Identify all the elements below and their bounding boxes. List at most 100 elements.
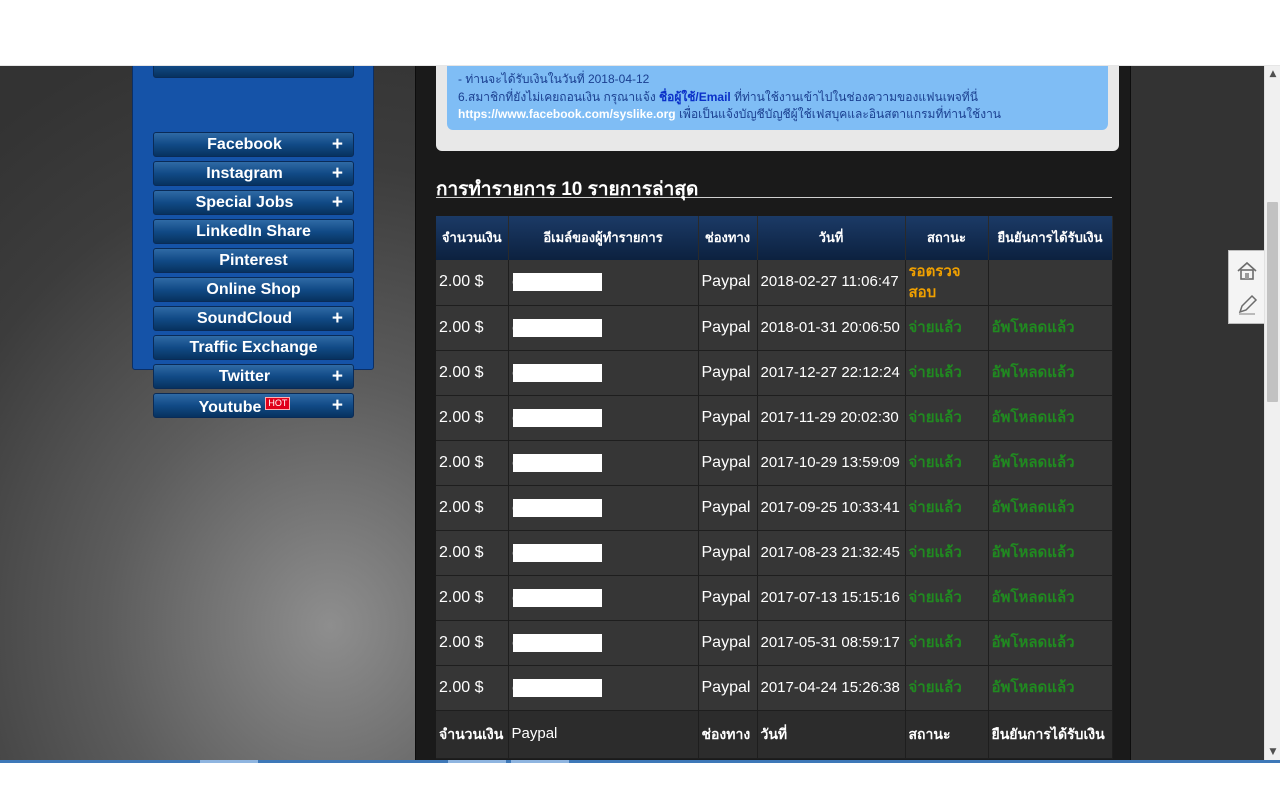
sidebar-item-instagram[interactable]: Instagram +	[153, 161, 354, 186]
email-cell: @gmail.com	[508, 395, 699, 441]
sidebar-item-online-shop[interactable]: Online Shop	[153, 277, 354, 302]
table-row: 2.00 $@gmail.comPaypal2017-07-13 15:15:1…	[436, 575, 1113, 621]
home-icon[interactable]	[1235, 259, 1259, 283]
notice-panel: - ท่านจะได้รับเงินในวันที่ 2018-04-12 6.…	[447, 66, 1108, 130]
redacted-block	[512, 633, 602, 652]
amount-cell: 2.00 $	[436, 260, 509, 306]
email-cell: @gmail.com	[508, 350, 699, 396]
table-row: 2.00 $@gmail.comPaypal2017-08-23 21:32:4…	[436, 530, 1113, 576]
footer-cell: ช่องทาง	[698, 710, 758, 759]
page-viewport: Facebook + Instagram + Special Jobs + LinkedIn…	[0, 66, 1264, 760]
email-cell: @gmail.com	[508, 485, 699, 531]
sidebar-item-traffic-exchange[interactable]: Traffic Exchange	[153, 335, 354, 360]
table-row: 2.00 $@gmail.comPaypal2017-04-24 15:26:3…	[436, 665, 1113, 711]
confirm-cell: อัพโหลดแล้ว	[988, 575, 1113, 621]
sidebar-item-soundcloud[interactable]: SoundCloud +	[153, 306, 354, 331]
browser-top-area	[0, 0, 1280, 66]
channel-cell: Paypal	[698, 620, 758, 666]
sidebar-item-label: Twitter	[218, 368, 271, 385]
sidebar-item-label: Pinterest	[219, 252, 288, 269]
status-cell: จ่ายแล้ว	[905, 305, 989, 351]
status-cell: จ่ายแล้ว	[905, 440, 989, 486]
sidebar-item-pinterest[interactable]: Pinterest	[153, 248, 354, 273]
status-cell: จ่ายแล้ว	[905, 665, 989, 711]
status-cell: จ่ายแล้ว	[905, 575, 989, 621]
main-content: - ท่านจะได้รับเงินในวันที่ 2018-04-12 6.…	[415, 66, 1131, 760]
sidebar-item-label: Facebook	[207, 136, 282, 153]
notice-line-1: - ท่านจะได้รับเงินในวันที่ 2018-04-12	[458, 72, 650, 86]
date-cell: 2017-10-29 13:59:09	[757, 440, 906, 486]
amount-cell: 2.00 $	[436, 575, 509, 621]
sidebar-menu: Facebook + Instagram + Special Jobs + LinkedIn…	[132, 66, 374, 418]
pencil-icon[interactable]	[1235, 293, 1259, 317]
column-header: อีเมล์ของผู้ทำรายการ	[508, 216, 699, 260]
sidebar-item-twitter[interactable]: Twitter +	[153, 364, 354, 389]
scroll-thumb[interactable]	[1267, 202, 1278, 402]
table-footer-row: จำนวนเงิน Paypal ช่องทาง วันที่ สถานะ ยืนยันก…	[436, 710, 1113, 759]
plus-icon[interactable]: +	[332, 163, 343, 185]
taskbar-area	[0, 760, 1280, 800]
confirm-cell: อัพโหลดแล้ว	[988, 440, 1113, 486]
footer-cell: วันที่	[757, 710, 906, 759]
sidebar-item-label: Traffic Exchange	[189, 339, 318, 356]
amount-cell: 2.00 $	[436, 620, 509, 666]
facebook-link[interactable]: https://www.facebook.com/syslike.org	[458, 107, 676, 121]
sidebar-item-special-jobs[interactable]: Special Jobs +	[153, 190, 354, 215]
redacted-block	[512, 453, 602, 472]
amount-cell: 2.00 $	[436, 350, 509, 396]
date-cell: 2017-05-31 08:59:17	[757, 620, 906, 666]
sidebar-item-label: Online Shop	[206, 281, 301, 298]
channel-cell: Paypal	[698, 440, 758, 486]
date-cell: 2017-08-23 21:32:45	[757, 530, 906, 576]
amount-cell: 2.00 $	[436, 395, 509, 441]
amount-cell: 2.00 $	[436, 530, 509, 576]
channel-cell: Paypal	[698, 665, 758, 711]
page-scrollbar[interactable]: ▲ ▼	[1264, 66, 1280, 760]
confirm-cell: อัพโหลดแล้ว	[988, 350, 1113, 396]
redacted-block	[512, 678, 602, 697]
status-cell: จ่ายแล้ว	[905, 620, 989, 666]
column-header: ยืนยันการได้รับเงิน	[988, 216, 1113, 260]
transactions-table: จำนวนเงิน อีเมล์ของผู้ทำรายการ ช่องทาง วันท…	[436, 216, 1113, 759]
sidebar-item-youtube[interactable]: Youtube HOT +	[153, 393, 354, 418]
side-tools	[1228, 250, 1264, 324]
plus-icon[interactable]: +	[332, 366, 343, 388]
plus-icon[interactable]: +	[332, 134, 343, 156]
column-header: จำนวนเงิน	[436, 216, 509, 260]
amount-cell: 2.00 $	[436, 665, 509, 711]
footer-cell: สถานะ	[905, 710, 989, 759]
date-cell: 2017-09-25 10:33:41	[757, 485, 906, 531]
date-cell: 2017-07-13 15:15:16	[757, 575, 906, 621]
scroll-up-icon[interactable]: ▲	[1265, 66, 1280, 82]
redacted-block	[512, 543, 602, 562]
email-cell: @gmail.com	[508, 260, 699, 306]
email-cell: @gmail.com	[508, 530, 699, 576]
column-header: วันที่	[757, 216, 906, 260]
sidebar-item-facebook[interactable]: Facebook +	[153, 132, 354, 157]
table-row: 2.00 $@gmail.comPaypal2017-11-29 20:02:3…	[436, 395, 1113, 441]
notice-line-3: https://www.facebook.com/syslike.org เพื…	[458, 107, 1002, 121]
channel-cell: Paypal	[698, 260, 758, 306]
channel-cell: Paypal	[698, 575, 758, 621]
sidebar-item-linkedin-share[interactable]: LinkedIn Share	[153, 219, 354, 244]
channel-cell: Paypal	[698, 485, 758, 531]
table-row: 2.00 $@gmail.comPaypal2017-10-29 13:59:0…	[436, 440, 1113, 486]
date-cell: 2017-11-29 20:02:30	[757, 395, 906, 441]
plus-icon[interactable]: +	[332, 308, 343, 330]
email-cell: @gmail.com	[508, 440, 699, 486]
table-row: 2.00 $@gmail.comPaypal2018-02-27 11:06:4…	[436, 260, 1113, 306]
plus-icon[interactable]: +	[332, 192, 343, 214]
date-cell: 2017-12-27 22:12:24	[757, 350, 906, 396]
confirm-cell: อัพโหลดแล้ว	[988, 395, 1113, 441]
table-row: 2.00 $@gmail.comPaypal2017-12-27 22:12:2…	[436, 350, 1113, 396]
sidebar-item-partial[interactable]	[153, 66, 354, 78]
hot-badge: HOT	[265, 397, 291, 410]
amount-cell: 2.00 $	[436, 305, 509, 351]
channel-cell: Paypal	[698, 395, 758, 441]
section-title: การทำรายการ 10 รายการล่าสุด	[436, 174, 1112, 200]
scroll-down-icon[interactable]: ▼	[1265, 744, 1280, 760]
plus-icon[interactable]: +	[332, 395, 343, 417]
footer-cell: Paypal	[508, 710, 699, 759]
column-header: ช่องทาง	[698, 216, 758, 260]
footer-cell: ยืนยันการได้รับเงิน	[988, 710, 1113, 759]
